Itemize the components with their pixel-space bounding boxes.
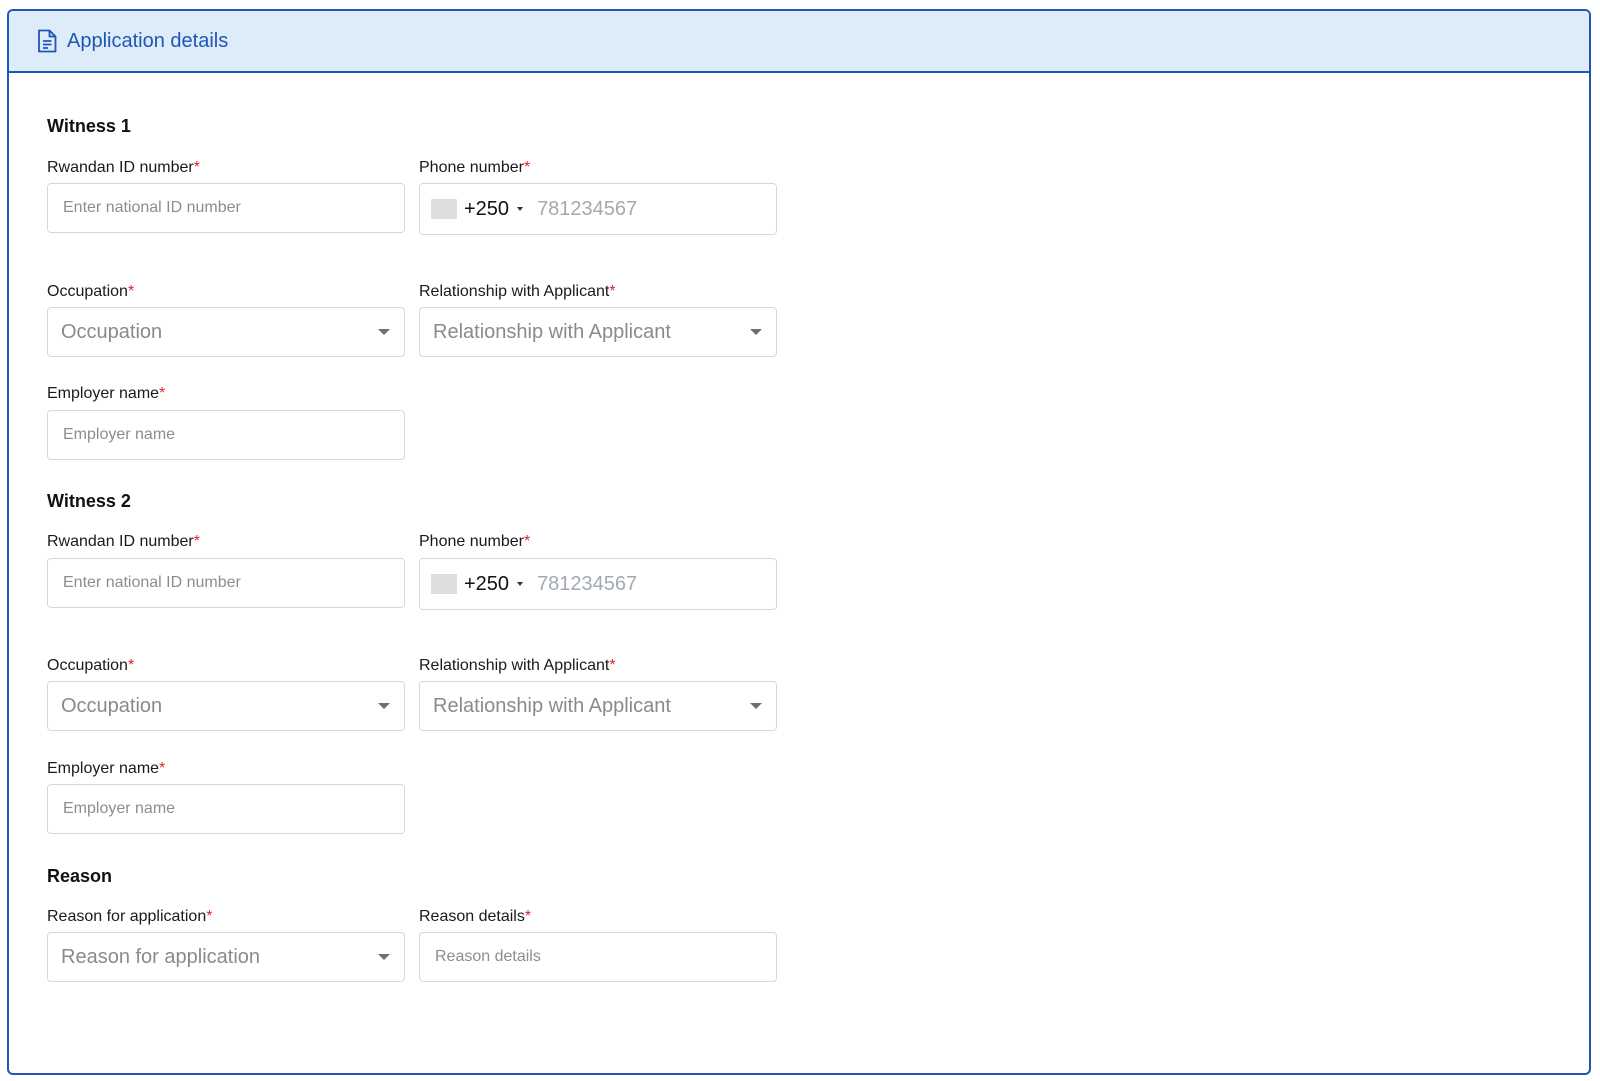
required-marker: *	[523, 159, 531, 176]
witness-1-relationship-label: Relationship with Applicant*	[419, 283, 616, 300]
chevron-down-icon	[750, 329, 762, 335]
panel-title: Application details	[67, 29, 229, 52]
country-code: +250	[464, 197, 510, 220]
section-title-witness-1: Witness 1	[47, 116, 131, 136]
witness-2-phone-field: +250	[419, 558, 777, 610]
witness-2-phone-label: Phone number*	[419, 533, 531, 550]
witness-2-occupation-select[interactable]: Occupation	[47, 681, 405, 731]
witness-1-occupation-label: Occupation*	[47, 283, 135, 300]
required-marker: *	[193, 533, 200, 550]
witness-2-phone-input[interactable]	[537, 572, 758, 596]
witness-2-occupation-label: Occupation*	[47, 657, 135, 674]
caret-down-icon	[517, 582, 524, 586]
required-marker: *	[159, 385, 166, 402]
country-flag-icon	[431, 574, 457, 594]
required-marker: *	[159, 760, 166, 777]
witness-1-id-input[interactable]	[47, 183, 405, 233]
required-marker: *	[193, 159, 200, 176]
select-value: Occupation	[61, 694, 163, 717]
required-marker: *	[127, 283, 135, 300]
witness-2-id-input[interactable]	[47, 558, 405, 608]
witness-2-id-label: Rwandan ID number*	[47, 533, 200, 550]
application-details-panel: Application details Witness 1 Rwandan ID…	[7, 9, 1591, 1075]
caret-down-icon	[517, 207, 524, 211]
witness-2-employer-input[interactable]	[47, 784, 405, 834]
witness-1-relationship-select[interactable]: Relationship with Applicant	[419, 307, 777, 357]
reason-details-label: Reason details*	[419, 908, 532, 925]
witness-1-phone-input[interactable]	[537, 197, 758, 221]
witness-1-phone-field: +250	[419, 183, 777, 235]
witness-1-id-label: Rwandan ID number*	[47, 159, 200, 176]
select-value: Relationship with Applicant	[433, 320, 671, 343]
required-marker: *	[609, 283, 616, 300]
witness-2-relationship-label: Relationship with Applicant*	[419, 657, 616, 674]
required-marker: *	[524, 908, 532, 925]
witness-1-occupation-select[interactable]: Occupation	[47, 307, 405, 357]
witness-1-phone-label: Phone number*	[419, 159, 531, 176]
select-value: Relationship with Applicant	[433, 694, 671, 717]
select-value: Occupation	[61, 320, 163, 343]
required-marker: *	[523, 533, 531, 550]
required-marker: *	[206, 908, 213, 925]
witness-2-employer-label: Employer name*	[47, 760, 166, 777]
chevron-down-icon	[378, 329, 390, 335]
chevron-down-icon	[750, 703, 762, 709]
required-marker: *	[609, 657, 616, 674]
section-title-reason: Reason	[47, 866, 113, 886]
witness-1-employer-input[interactable]	[47, 410, 405, 460]
witness-1-employer-label: Employer name*	[47, 385, 166, 402]
chevron-down-icon	[378, 954, 390, 960]
country-code: +250	[464, 572, 510, 595]
section-title-witness-2: Witness 2	[47, 491, 131, 511]
country-flag-icon	[431, 199, 457, 219]
chevron-down-icon	[378, 703, 390, 709]
reason-details-input[interactable]	[419, 932, 777, 982]
reason-for-application-label: Reason for application*	[47, 908, 213, 925]
panel-header: Application details	[9, 11, 1589, 73]
required-marker: *	[127, 657, 135, 674]
select-value: Reason for application	[61, 945, 261, 968]
reason-for-application-select[interactable]: Reason for application	[47, 932, 405, 982]
country-code-select[interactable]: +250	[464, 198, 537, 221]
document-icon	[37, 29, 57, 53]
country-code-select[interactable]: +250	[464, 573, 537, 596]
witness-2-relationship-select[interactable]: Relationship with Applicant	[419, 681, 777, 731]
